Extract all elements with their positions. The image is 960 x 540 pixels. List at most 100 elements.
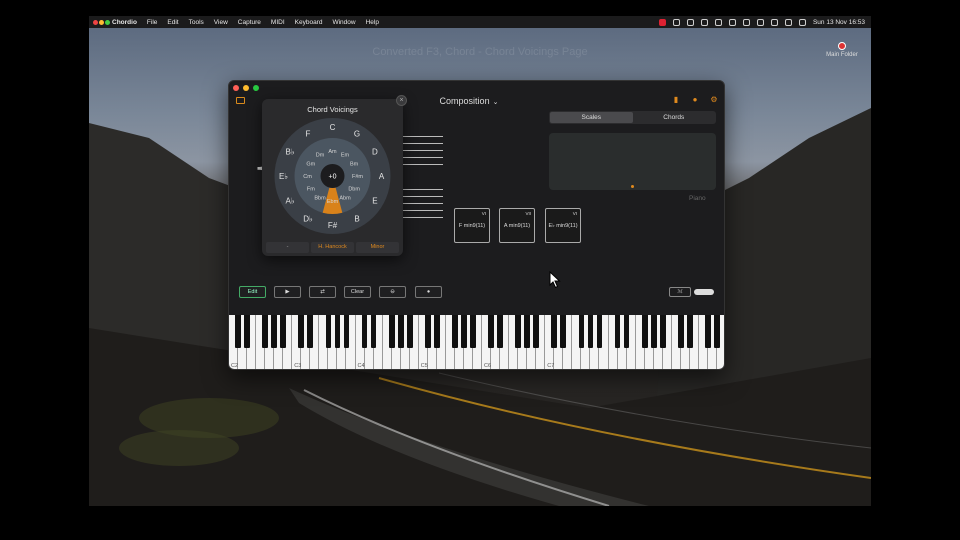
desktop-folder[interactable]: Main Folder <box>825 42 859 58</box>
major-key-label[interactable]: A♭ <box>286 197 295 206</box>
minor-key-label[interactable]: Dm <box>316 152 325 158</box>
transpose-value[interactable]: +0 <box>329 174 337 181</box>
instrument-label[interactable]: Piano <box>689 195 706 202</box>
menu-capture[interactable]: Capture <box>238 19 261 26</box>
zoom-window-button[interactable] <box>253 85 259 91</box>
voicing-quality-button[interactable]: Minor <box>356 242 399 253</box>
black-key[interactable] <box>560 315 567 348</box>
voicing-style-button[interactable]: H. Hancock <box>311 242 354 253</box>
tab-chords[interactable]: Chords <box>633 112 716 123</box>
black-key[interactable] <box>677 315 684 348</box>
minor-key-label[interactable]: Bbm <box>314 196 326 202</box>
minor-key-label[interactable]: Am <box>328 149 337 155</box>
major-key-label[interactable]: E <box>372 197 377 206</box>
record-button[interactable]: ● <box>415 286 442 298</box>
black-key[interactable] <box>524 315 531 348</box>
minor-key-label[interactable]: Cm <box>303 174 312 180</box>
wifi-icon[interactable] <box>770 18 778 26</box>
black-key[interactable] <box>578 315 585 348</box>
major-key-label[interactable]: F# <box>328 221 338 230</box>
black-key[interactable] <box>271 315 278 348</box>
black-key[interactable] <box>280 315 287 348</box>
major-key-label[interactable]: E♭ <box>279 172 288 181</box>
major-key-label[interactable]: B <box>354 214 359 223</box>
black-key[interactable] <box>334 315 341 348</box>
minimize-window-button[interactable] <box>243 85 249 91</box>
black-key[interactable] <box>461 315 467 348</box>
black-key[interactable] <box>515 315 522 348</box>
battery-icon[interactable] <box>756 18 764 26</box>
drop-icon[interactable] <box>700 18 708 26</box>
black-key[interactable] <box>659 315 666 348</box>
edit-button[interactable]: Edit <box>239 286 266 298</box>
major-key-label[interactable]: A <box>379 172 385 181</box>
menu-tools[interactable]: Tools <box>189 19 204 26</box>
black-key[interactable] <box>623 315 630 348</box>
black-key[interactable] <box>488 315 494 348</box>
black-key[interactable] <box>614 315 621 348</box>
menu-window[interactable]: Window <box>332 19 355 26</box>
close-window-button[interactable] <box>233 85 239 91</box>
black-key[interactable] <box>587 315 594 348</box>
black-key[interactable] <box>325 315 332 348</box>
black-key[interactable] <box>470 315 476 348</box>
black-key[interactable] <box>705 315 711 348</box>
sidebar-toggle-icon[interactable] <box>236 97 245 104</box>
minor-key-label[interactable]: F#m <box>352 174 363 180</box>
black-key[interactable] <box>596 315 603 348</box>
loop-button[interactable]: ⇄ <box>309 286 336 298</box>
chord-card[interactable]: VI F min9(11) <box>454 208 490 243</box>
major-key-label[interactable]: D <box>372 148 378 157</box>
chord-card[interactable]: VI E♭ min9(11) <box>545 208 581 243</box>
black-key[interactable] <box>361 315 368 348</box>
minor-key-label[interactable]: Ebm <box>327 199 339 205</box>
black-key[interactable] <box>533 315 540 348</box>
major-key-label[interactable]: F <box>306 130 311 139</box>
black-key[interactable] <box>388 315 395 348</box>
composition-menu[interactable]: Composition ⌄ <box>429 96 509 106</box>
black-key[interactable] <box>650 315 657 348</box>
piano-keyboard[interactable]: C2 C3 C4 C5 C6 C7 <box>229 315 724 369</box>
page-indicator-dot[interactable] <box>631 185 634 188</box>
major-key-label[interactable]: C <box>330 123 336 132</box>
black-key[interactable] <box>397 315 404 348</box>
black-key[interactable] <box>686 315 693 348</box>
minor-key-label[interactable]: Gm <box>306 162 315 168</box>
tab-scales[interactable]: Scales <box>550 112 633 123</box>
minor-key-label[interactable]: Fm <box>307 187 315 193</box>
recording-icon[interactable] <box>658 18 666 26</box>
black-key[interactable] <box>551 315 558 348</box>
help-icon[interactable]: ● <box>691 96 699 104</box>
play-button[interactable]: ▶ <box>274 286 301 298</box>
metronome-button[interactable]: ⊖ <box>379 286 406 298</box>
black-key[interactable] <box>235 315 241 348</box>
clear-button[interactable]: Clear <box>344 286 371 298</box>
book-icon[interactable]: ▮ <box>672 96 680 104</box>
control-center-icon[interactable] <box>798 18 806 26</box>
bluetooth-icon[interactable] <box>742 18 750 26</box>
menu-help[interactable]: Help <box>366 19 379 26</box>
black-key[interactable] <box>307 315 314 348</box>
major-key-label[interactable]: G <box>354 130 360 139</box>
black-key[interactable] <box>714 315 720 348</box>
toggle-switch[interactable] <box>694 289 714 295</box>
major-key-label[interactable]: B♭ <box>286 148 295 157</box>
black-key[interactable] <box>424 315 431 348</box>
black-key[interactable] <box>452 315 458 348</box>
black-key[interactable] <box>641 315 648 348</box>
screen-icon[interactable] <box>672 18 680 26</box>
headphones-icon[interactable] <box>728 18 736 26</box>
black-key[interactable] <box>262 315 269 348</box>
minor-key-label[interactable]: Em <box>341 152 350 158</box>
voicing-minus-button[interactable]: - <box>266 242 309 253</box>
black-key[interactable] <box>406 315 413 348</box>
minor-key-label[interactable]: Dbm <box>348 187 360 193</box>
search-icon[interactable] <box>784 18 792 26</box>
menu-view[interactable]: View <box>214 19 228 26</box>
menu-keyboard[interactable]: Keyboard <box>295 19 323 26</box>
display-icon[interactable] <box>686 18 694 26</box>
minor-key-label[interactable]: Bm <box>350 162 359 168</box>
black-key[interactable] <box>244 315 250 348</box>
settings-icon[interactable]: ⚙ <box>710 96 718 104</box>
chord-card[interactable]: VII A min9(11) <box>499 208 535 243</box>
